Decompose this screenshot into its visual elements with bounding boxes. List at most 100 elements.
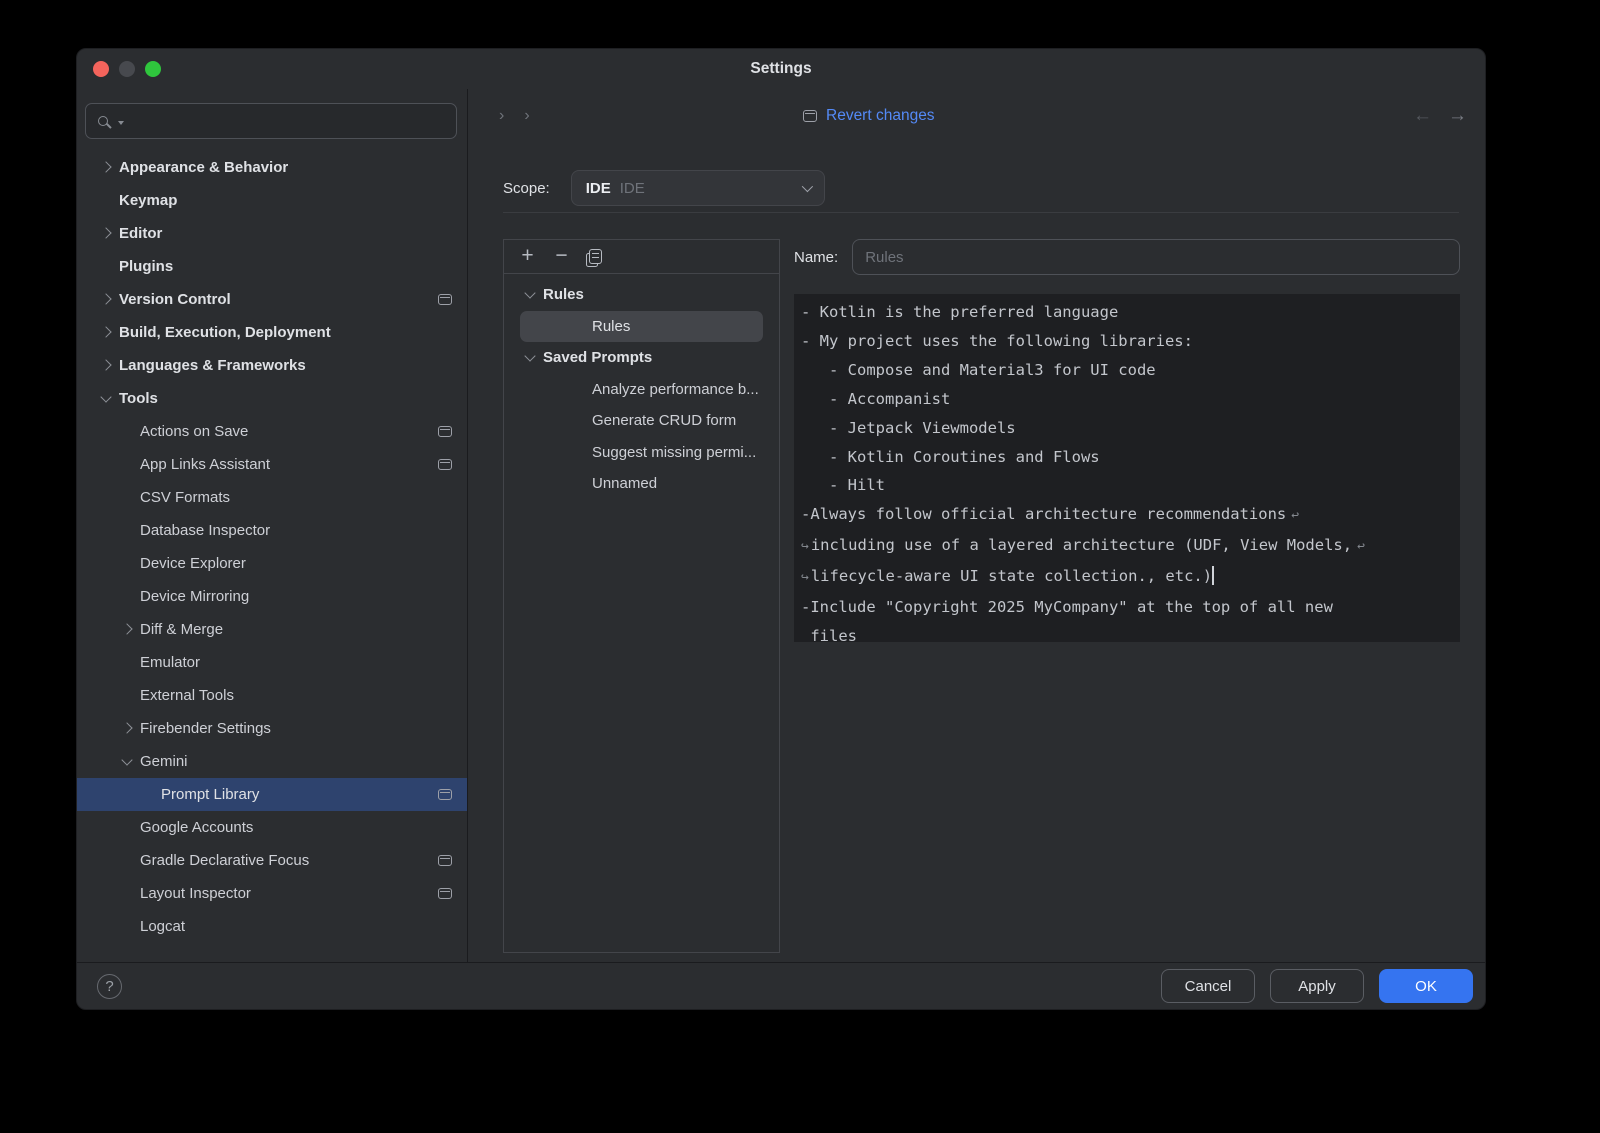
search-icon	[98, 116, 108, 126]
prompt-tree-item[interactable]: Rules	[520, 311, 763, 343]
sidebar-item-label: Version Control	[119, 291, 231, 308]
settings-sidebar: Appearance & Behavior Keymap Editor Plug…	[77, 89, 468, 962]
prompt-tree-item[interactable]: Saved Prompts	[504, 342, 779, 374]
scope-value: IDE	[586, 180, 611, 197]
editor-line: ↪ - Accompanist↩	[801, 385, 1452, 414]
ide-scope-icon	[438, 426, 452, 437]
ok-button[interactable]: OK	[1379, 969, 1473, 1003]
sidebar-item-label: Plugins	[119, 258, 173, 275]
prompt-tree-item[interactable]: Generate CRUD form	[504, 405, 779, 437]
sidebar-item-label: Tools	[119, 390, 158, 407]
expand-chevron-icon	[100, 227, 111, 238]
ide-scope-icon	[438, 789, 452, 800]
sidebar-tree-item[interactable]: App Links Assistant	[77, 448, 467, 481]
settings-search-input[interactable]	[85, 103, 457, 139]
scope-dropdown[interactable]: IDE IDE	[571, 170, 825, 206]
expand-chevron-icon	[100, 326, 111, 337]
prompt-list-toolbar: + −	[504, 240, 779, 274]
prompt-tree-item[interactable]: Analyze performance b...	[504, 374, 779, 406]
settings-content: Revert changes ← → Scope: IDE IDE + −	[468, 89, 1485, 962]
add-prompt-button[interactable]: +	[514, 244, 541, 270]
editor-line-text: - My project uses the following librarie…	[801, 332, 1193, 350]
editor-line-text: - Compose and Material3 for UI code	[801, 361, 1156, 379]
sidebar-tree-item[interactable]: Prompt Library	[77, 778, 467, 811]
expand-chevron-icon	[100, 391, 111, 402]
revert-changes-link[interactable]: Revert changes	[803, 107, 935, 125]
expand-chevron-icon	[121, 722, 132, 733]
soft-wrap-start-icon: ↪	[801, 570, 809, 585]
help-button[interactable]: ?	[97, 974, 122, 999]
sidebar-tree-item[interactable]: Tools	[77, 382, 467, 415]
scope-label: Scope:	[503, 180, 550, 197]
sidebar-tree-item[interactable]: Actions on Save	[77, 415, 467, 448]
sidebar-tree-item[interactable]: Keymap	[77, 184, 467, 217]
sidebar-item-label: Emulator	[140, 654, 200, 671]
sidebar-tree-item[interactable]: Editor	[77, 217, 467, 250]
sidebar-tree-item[interactable]: External Tools	[77, 679, 467, 712]
sidebar-tree-item[interactable]: Firebender Settings	[77, 712, 467, 745]
editor-line-text: - Kotlin is the preferred language	[801, 303, 1118, 321]
forward-arrow-icon[interactable]: →	[1448, 105, 1467, 127]
editor-line: ↪ files↩	[801, 622, 1452, 642]
soft-wrap-start-icon: ↪	[801, 539, 809, 554]
apply-button[interactable]: Apply	[1270, 969, 1364, 1003]
sidebar-tree-item[interactable]: Google Accounts	[77, 811, 467, 844]
editor-line-text: files	[801, 627, 857, 642]
prompt-item-label: Rules	[543, 286, 584, 303]
expand-chevron-icon	[524, 287, 535, 298]
prompt-item-label: Analyze performance b...	[592, 381, 759, 398]
sidebar-item-label: Firebender Settings	[140, 720, 271, 737]
prompt-tree-item[interactable]: Suggest missing permi...	[504, 437, 779, 469]
editor-line-text: including use of a layered architecture …	[811, 536, 1352, 554]
sidebar-tree-item[interactable]: Layout Inspector	[77, 877, 467, 910]
breadcrumb-item[interactable]	[489, 107, 514, 125]
breadcrumb-item[interactable]	[514, 107, 539, 125]
sidebar-item-label: Editor	[119, 225, 162, 242]
prompt-item-label: Saved Prompts	[543, 349, 652, 366]
revert-changes-label: Revert changes	[826, 107, 935, 125]
cancel-button[interactable]: Cancel	[1161, 969, 1255, 1003]
prompt-item-label: Generate CRUD form	[592, 412, 736, 429]
name-input[interactable]	[852, 239, 1460, 275]
sidebar-tree-item[interactable]: CSV Formats	[77, 481, 467, 514]
sidebar-tree-item[interactable]: Database Inspector	[77, 514, 467, 547]
sidebar-tree-item[interactable]: Device Mirroring	[77, 580, 467, 613]
sidebar-tree-item[interactable]: Emulator	[77, 646, 467, 679]
sidebar-tree-item[interactable]: Plugins	[77, 250, 467, 283]
copy-icon	[589, 249, 602, 264]
editor-line: ↪ - Jetpack Viewmodels↩	[801, 414, 1452, 443]
soft-wrap-end-icon: ↩	[1357, 539, 1365, 554]
sidebar-tree-item[interactable]: Gradle Declarative Focus	[77, 844, 467, 877]
editor-line-text: - Jetpack Viewmodels	[801, 419, 1016, 437]
sidebar-item-label: Languages & Frameworks	[119, 357, 306, 374]
sidebar-item-label: CSV Formats	[140, 489, 230, 506]
revert-icon	[803, 110, 817, 122]
prompt-editor[interactable]: ↪ - Kotlin is the preferred language ↩ ↪ - M…	[794, 294, 1460, 642]
editor-line: ↪lifecycle-aware UI state collection., e…	[801, 562, 1452, 593]
duplicate-prompt-button[interactable]	[582, 244, 609, 270]
sidebar-item-label: Keymap	[119, 192, 177, 209]
sidebar-tree-item[interactable]: Gemini	[77, 745, 467, 778]
ide-scope-icon	[438, 294, 452, 305]
sidebar-item-label: Gemini	[140, 753, 188, 770]
sidebar-tree-item[interactable]: Languages & Frameworks	[77, 349, 467, 382]
sidebar-tree-item[interactable]: Device Explorer	[77, 547, 467, 580]
prompt-tree-item[interactable]: Unnamed	[504, 468, 779, 500]
sidebar-tree-item[interactable]: Logcat	[77, 910, 467, 943]
prompt-item-label: Suggest missing permi...	[592, 444, 756, 461]
text-cursor	[1212, 566, 1214, 585]
expand-chevron-icon	[100, 293, 111, 304]
prompt-item-label: Rules	[592, 318, 630, 335]
expand-chevron-icon	[121, 754, 132, 765]
sidebar-tree-item[interactable]: Appearance & Behavior	[77, 151, 467, 184]
sidebar-item-label: Device Explorer	[140, 555, 246, 572]
sidebar-tree-item[interactable]: Diff & Merge	[77, 613, 467, 646]
scope-hint: IDE	[620, 180, 645, 197]
expand-chevron-icon	[100, 161, 111, 172]
prompt-tree-item[interactable]: Rules	[504, 279, 779, 311]
sidebar-tree-item[interactable]: Build, Execution, Deployment	[77, 316, 467, 349]
sidebar-tree-item[interactable]: Version Control	[77, 283, 467, 316]
expand-chevron-icon	[100, 359, 111, 370]
remove-prompt-button[interactable]: −	[548, 244, 575, 270]
back-arrow-icon[interactable]: ←	[1413, 105, 1432, 127]
